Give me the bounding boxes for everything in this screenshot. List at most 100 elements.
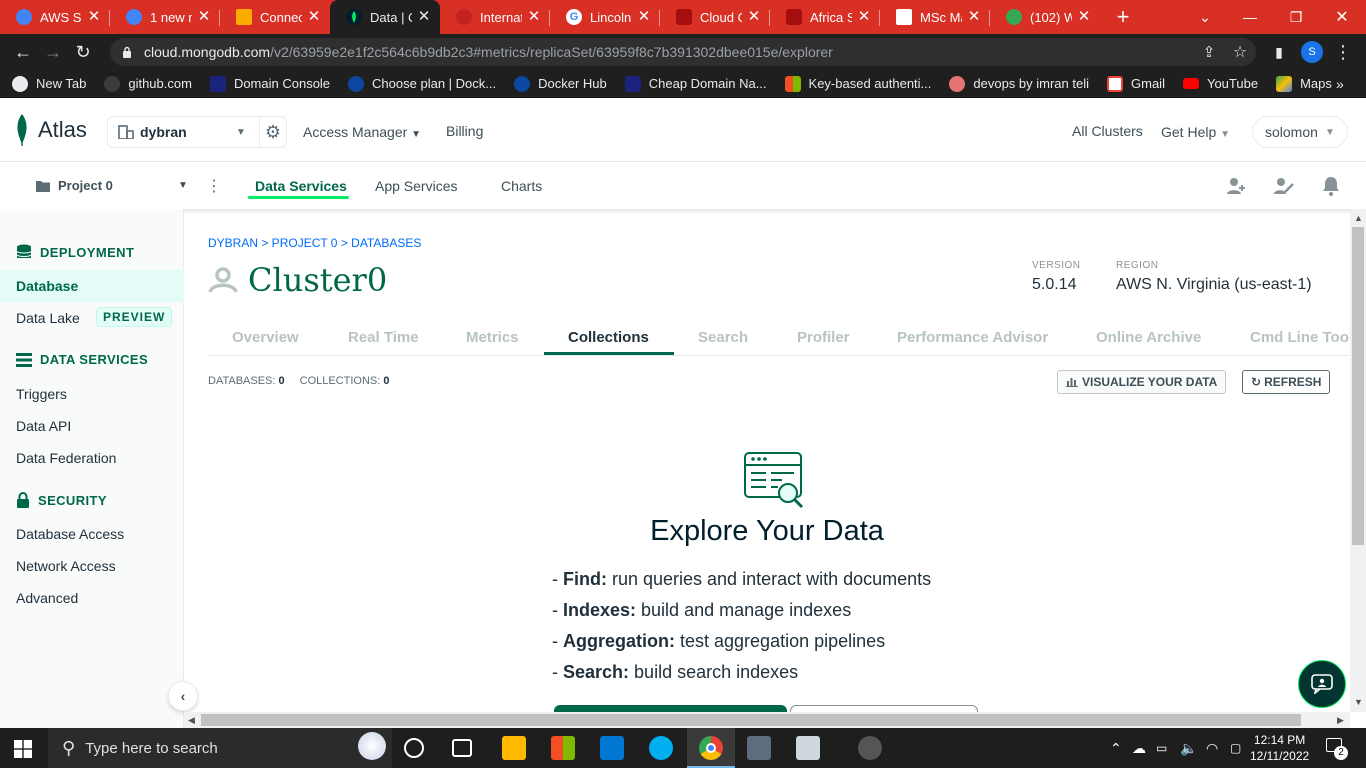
tab-close-icon[interactable]: ✕ [416,9,432,25]
sidebar-item-database-access[interactable]: Database Access [16,526,124,542]
sidebar-item-database[interactable]: Database [0,270,184,302]
access-manager-menu[interactable]: Access Manager ▼ [303,124,421,140]
wifi-icon[interactable]: ◠ [1206,728,1218,768]
scroll-left-icon[interactable]: ◀ [188,715,195,726]
breadcrumb[interactable]: DYBRAN > PROJECT 0 > DATABASES [208,236,421,250]
new-tab-button[interactable]: + [1106,0,1140,34]
billing-link[interactable]: Billing [446,123,483,139]
chrome-taskbar-button[interactable] [687,728,735,768]
browser-tab[interactable]: AWS Sol ✕ [0,0,110,34]
tab-app-services[interactable]: App Services [375,178,457,194]
tab-cmd-line-tools[interactable]: Cmd Line Tools [1250,329,1350,346]
browser-tab[interactable]: Internati ✕ [440,0,550,34]
photos-icon[interactable] [796,736,820,760]
address-bar[interactable]: cloud.mongodb.com/v2/63959e2e1f2c564c6b9… [110,38,1256,66]
bookmark-maps[interactable]: Maps [1276,75,1332,92]
refresh-button[interactable]: ↻ REFRESH [1242,370,1331,394]
cortana-icon[interactable] [404,738,424,758]
profile-avatar[interactable]: S [1301,41,1323,63]
bookmark-cheap-domain[interactable]: Cheap Domain Na... [624,75,767,92]
browser-tab[interactable]: G Lincoln t ✕ [550,0,660,34]
invite-user-icon[interactable] [1226,176,1246,196]
close-window-button[interactable]: ✕ [1322,0,1362,34]
tab-close-icon[interactable]: ✕ [856,9,872,25]
minimize-button[interactable]: — [1230,0,1270,34]
forward-button[interactable]: → [38,37,68,67]
tab-close-icon[interactable]: ✕ [966,9,982,25]
add-my-own-data-button[interactable] [790,705,978,712]
side-panel-icon[interactable]: ▮ [1264,37,1294,67]
bookmark-github[interactable]: github.com [104,75,192,92]
browser-tab[interactable]: 1 new m ✕ [110,0,220,34]
tab-close-icon[interactable]: ✕ [526,9,542,25]
activity-feed-icon[interactable] [1274,176,1294,196]
windows-start-icon[interactable] [14,740,32,758]
bookmark-youtube[interactable]: YouTube [1182,76,1258,91]
git-icon[interactable] [747,736,771,760]
tab-charts[interactable]: Charts [501,178,542,194]
tab-close-icon[interactable]: ✕ [306,9,322,25]
skype-icon[interactable] [649,736,673,760]
tab-overview[interactable]: Overview [232,329,299,346]
taskbar-clock[interactable]: 12:14 PM 12/11/2022 [1250,732,1309,764]
tab-close-icon[interactable]: ✕ [636,9,652,25]
bookmark-devops[interactable]: devops by imran teli [949,75,1089,92]
all-clusters-link[interactable]: All Clusters [1072,123,1143,139]
tab-data-services[interactable]: Data Services [255,178,347,194]
media-player-icon[interactable] [858,736,882,760]
browser-tab-active[interactable]: Data | Cl ✕ [330,0,440,34]
share-icon[interactable]: ⇪ [1194,37,1224,67]
mail-icon[interactable] [600,736,624,760]
org-settings-button[interactable]: ⚙ [259,116,287,148]
bookmark-new-tab[interactable]: New Tab [12,75,86,92]
task-view-icon[interactable] [452,739,472,757]
browser-tab[interactable]: Cloud C ✕ [660,0,770,34]
bookmark-star-icon[interactable]: ☆ [1225,37,1255,67]
tab-close-icon[interactable]: ✕ [86,9,102,25]
bell-icon[interactable] [1322,176,1342,196]
scroll-up-icon[interactable]: ▲ [1354,213,1363,223]
chrome-menu-icon[interactable]: ⋮ [1328,37,1358,67]
sidebar-item-data-federation[interactable]: Data Federation [16,450,116,466]
maximize-button[interactable]: ❐ [1276,0,1316,34]
bookmark-key-auth[interactable]: Key-based authenti... [784,75,931,92]
user-menu[interactable]: solomon ▼ [1252,116,1348,148]
tab-real-time[interactable]: Real Time [348,329,419,346]
browser-tab[interactable]: (102) Wi ✕ [990,0,1100,34]
onedrive-icon[interactable]: ☁ [1132,728,1146,768]
microsoft-store-icon[interactable] [551,736,575,760]
tab-profiler[interactable]: Profiler [797,329,850,346]
browser-tab[interactable]: Africa Sc ✕ [770,0,880,34]
tab-metrics[interactable]: Metrics [466,329,519,346]
chevron-up-icon[interactable]: ⌃ [1110,728,1122,768]
volume-icon[interactable]: 🔈 [1180,728,1197,768]
display-icon[interactable]: ▢ [1230,728,1241,768]
scrollbar-thumb[interactable] [1352,227,1364,545]
tab-close-icon[interactable]: ✕ [1076,9,1092,25]
browser-tab[interactable]: Connect ✕ [220,0,330,34]
sidebar-item-data-lake[interactable]: Data Lake [16,310,80,326]
taskbar-search[interactable]: ⚲ Type here to search [48,728,392,768]
bookmark-docker-plan[interactable]: Choose plan | Dock... [348,75,496,92]
scrollbar-thumb[interactable] [201,714,1301,726]
tab-online-archive[interactable]: Online Archive [1096,329,1201,346]
project-more-icon[interactable]: ⋮ [206,176,222,196]
file-explorer-icon[interactable] [502,736,526,760]
load-sample-dataset-button[interactable] [554,705,787,712]
project-select[interactable]: Project 0 ▼ [36,178,188,193]
tab-collections[interactable]: Collections [568,329,649,346]
bookmark-domain-console[interactable]: Domain Console [209,75,330,92]
horizontal-scrollbar[interactable]: ◀ ▶ [184,712,1350,728]
sidebar-item-data-api[interactable]: Data API [16,418,71,434]
sidebar-item-advanced[interactable]: Advanced [16,590,78,606]
get-help-menu[interactable]: Get Help ▼ [1161,124,1230,140]
vertical-scrollbar[interactable]: ▲ ▼ [1350,209,1366,712]
visualize-data-button[interactable]: VISUALIZE YOUR DATA [1057,370,1227,394]
scroll-down-icon[interactable]: ▼ [1354,697,1363,707]
sidebar-item-network-access[interactable]: Network Access [16,558,116,574]
browser-tab[interactable]: MSc Ma ✕ [880,0,990,34]
bookmark-gmail[interactable]: Gmail [1107,75,1165,92]
bookmark-docker-hub[interactable]: Docker Hub [514,75,607,92]
atlas-logo[interactable]: Atlas [14,114,87,146]
tab-close-icon[interactable]: ✕ [746,9,762,25]
